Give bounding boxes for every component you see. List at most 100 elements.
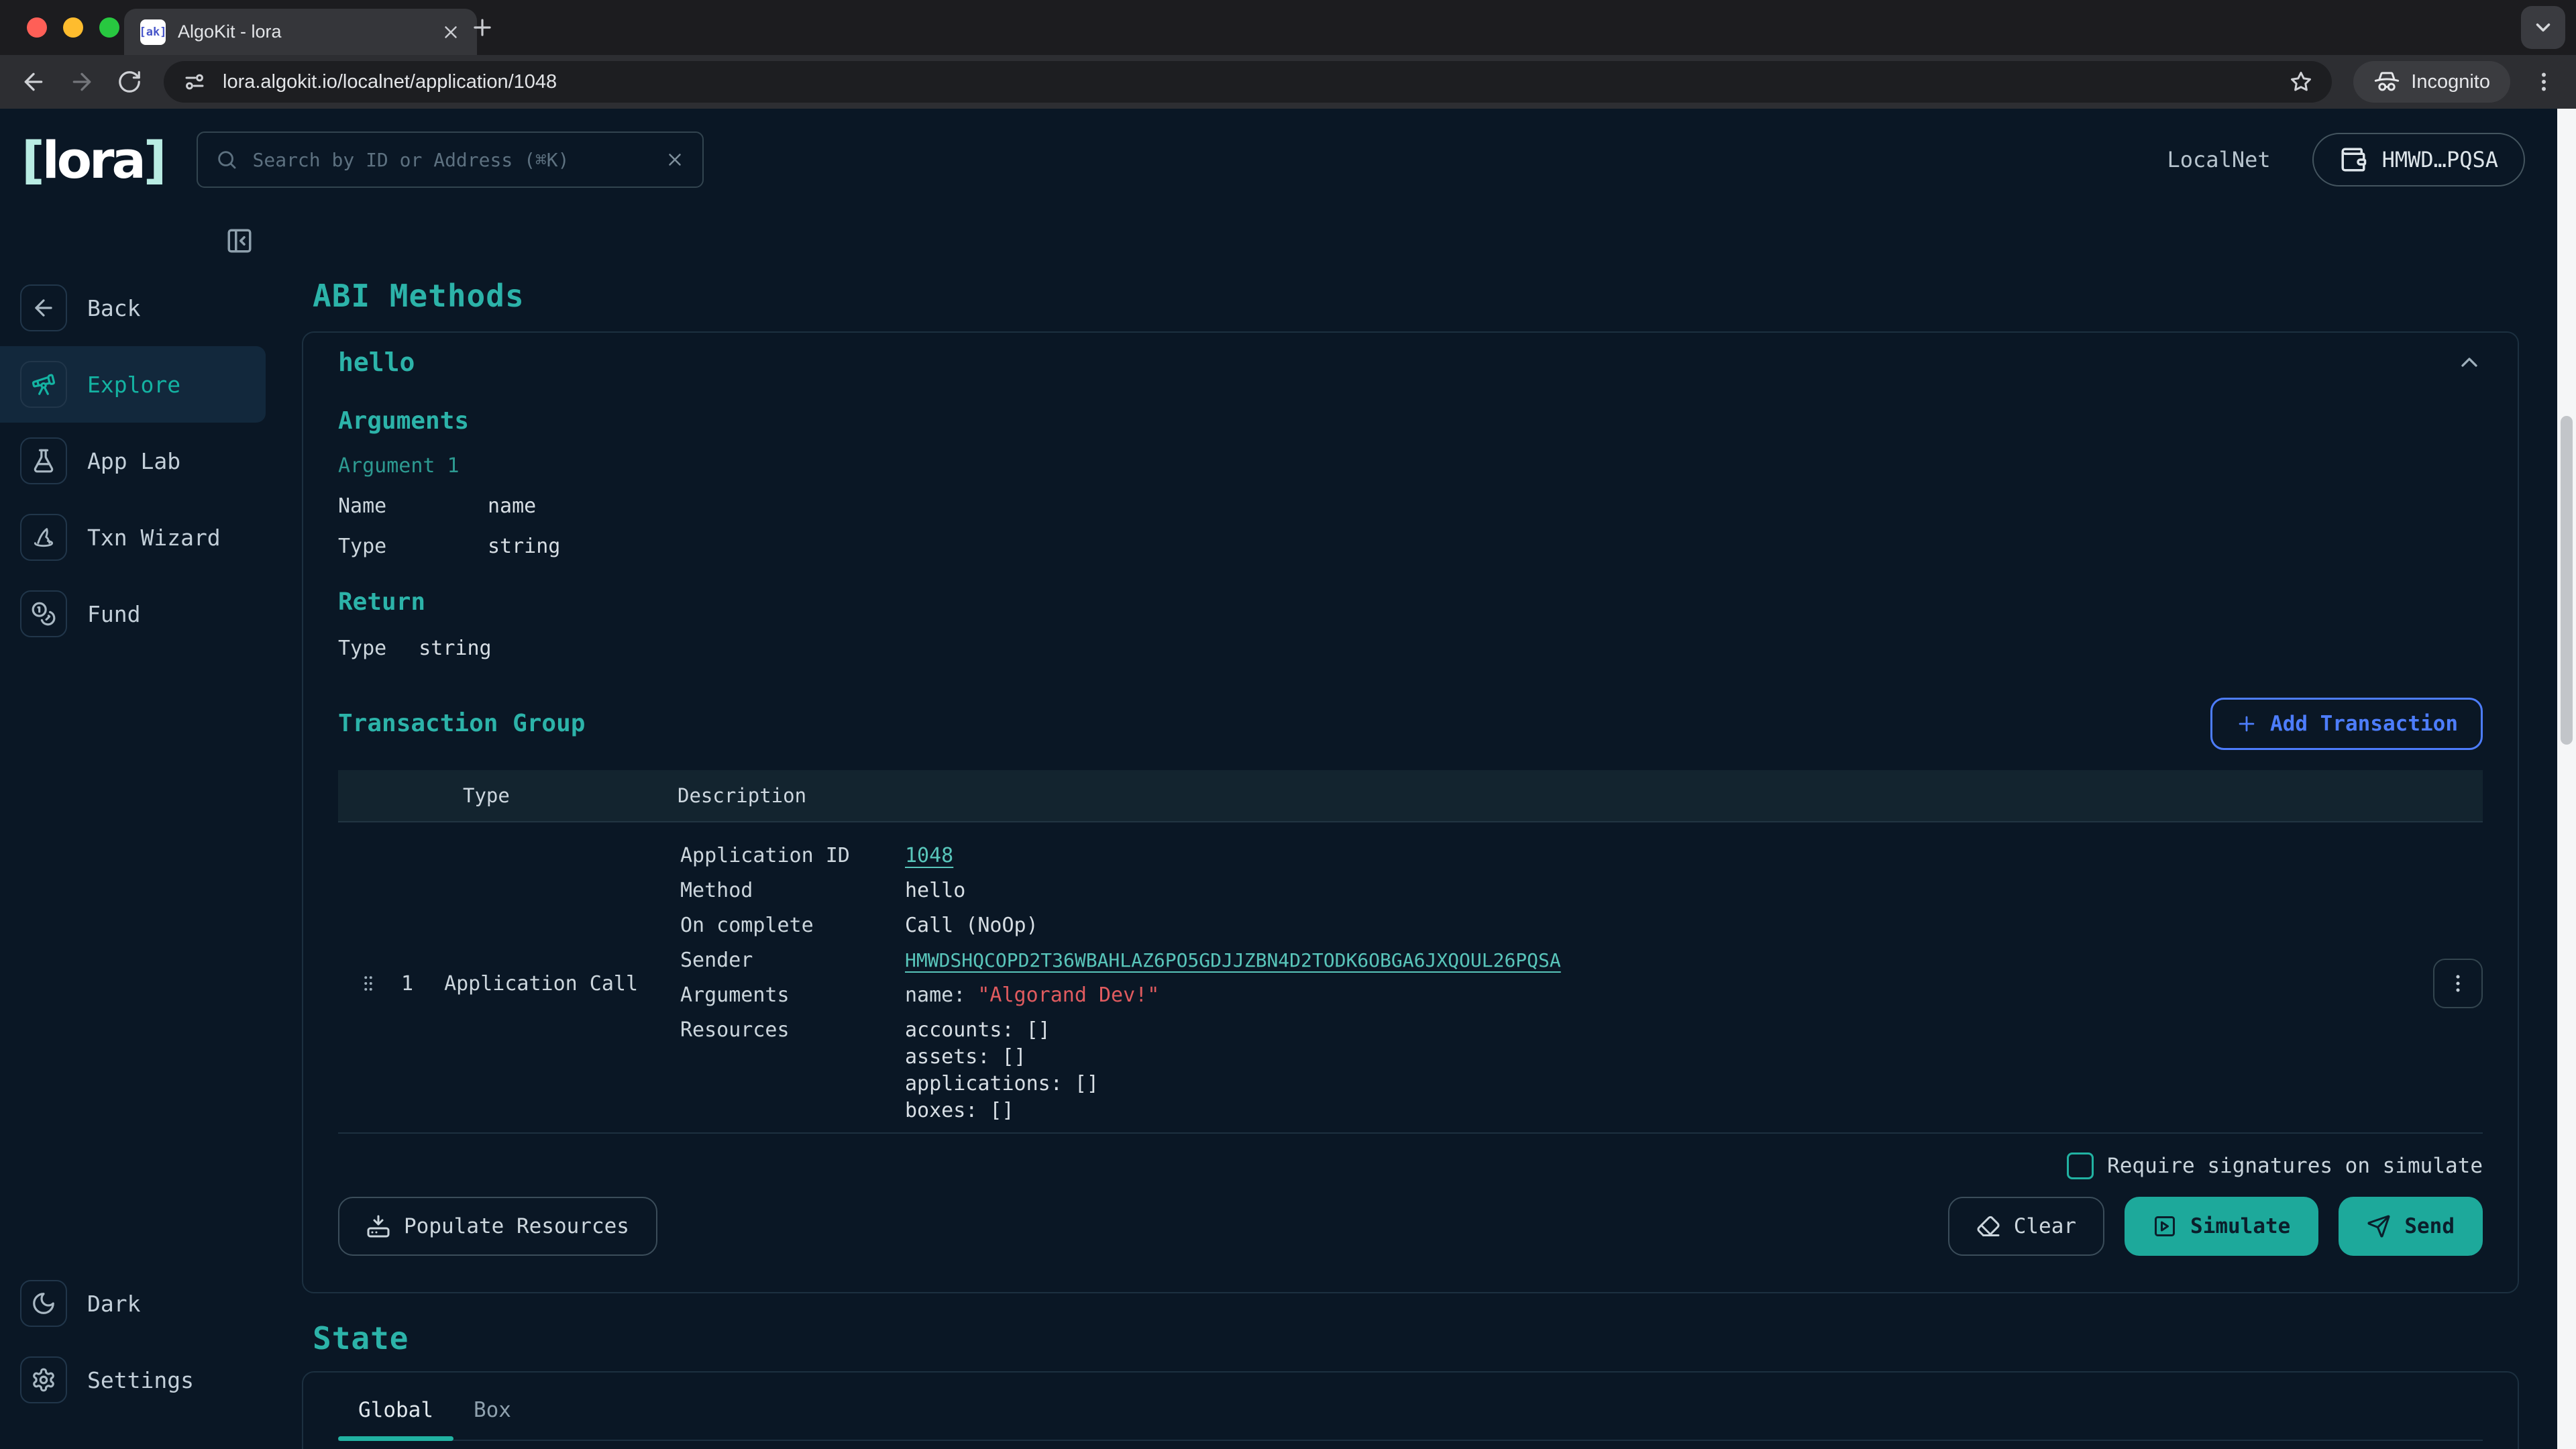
sidebar-footer: Dark Settings — [0, 1265, 266, 1418]
sidebar-nav: Back Explore App Lab — [0, 270, 266, 652]
network-label[interactable]: LocalNet — [2167, 147, 2270, 172]
bookmark-star-icon[interactable] — [2289, 70, 2313, 94]
require-signatures-row: Require signatures on simulate — [338, 1152, 2483, 1179]
field-method: Method hello — [680, 879, 2418, 902]
add-transaction-button[interactable]: Add Transaction — [2210, 698, 2483, 750]
sidebar-item-theme-dark[interactable]: Dark — [0, 1265, 266, 1342]
lora-logo[interactable]: [lora] — [21, 130, 164, 190]
column-type: Type — [463, 784, 678, 807]
tab-title: AlgoKit - lora — [178, 21, 429, 42]
sidebar-item-explore[interactable]: Explore — [0, 346, 266, 423]
send-button[interactable]: Send — [2339, 1197, 2483, 1256]
search-input[interactable] — [252, 148, 651, 172]
browser-tab-strip: [ak] AlgoKit - lora — [0, 0, 2576, 55]
argument-key: name: — [905, 983, 965, 1007]
field-resources: Resources accounts: [] assets: [] applic… — [680, 1019, 2418, 1122]
incognito-icon — [2373, 68, 2400, 95]
header-right: LocalNet HMWD…PQSA — [2167, 133, 2536, 186]
return-title: Return — [338, 589, 2483, 616]
transaction-group-title: Transaction Group — [338, 710, 585, 737]
tab-close-icon[interactable] — [441, 22, 461, 42]
populate-resources-button[interactable]: Populate Resources — [338, 1197, 657, 1256]
chevron-up-icon[interactable] — [2456, 349, 2483, 376]
browser-back-icon[interactable] — [20, 68, 47, 95]
telescope-icon — [20, 361, 67, 408]
transaction-row[interactable]: 1 Application Call Application ID 1048 M… — [338, 822, 2483, 1134]
resources-values: accounts: [] assets: [] applications: []… — [905, 1019, 1099, 1122]
moon-icon — [20, 1280, 67, 1327]
transaction-actions: Populate Resources Clear — [338, 1197, 2483, 1256]
argument-value: "Algorand Dev!" — [977, 983, 1159, 1007]
download-tray-icon — [366, 1214, 390, 1238]
scrollbar-thumb[interactable] — [2561, 416, 2573, 745]
tab-favicon: [ak] — [140, 19, 166, 45]
tab-box[interactable]: Box — [453, 1398, 531, 1440]
browser-reload-icon[interactable] — [117, 69, 142, 95]
url-text[interactable]: lora.algokit.io/localnet/application/104… — [223, 71, 2273, 93]
field-arguments: Arguments name: "Algorand Dev!" — [680, 984, 2418, 1007]
field-application-id: Application ID 1048 — [680, 845, 2418, 867]
application-id-link[interactable]: 1048 — [905, 845, 953, 867]
search-clear-icon[interactable] — [665, 150, 685, 170]
zoom-window-button[interactable] — [99, 17, 119, 38]
browser-menu-icon[interactable] — [2532, 70, 2556, 94]
close-window-button[interactable] — [27, 17, 47, 38]
sidebar-item-fund[interactable]: Fund — [0, 576, 266, 652]
argument-name-row: Name name — [338, 495, 2483, 518]
browser-window: [ak] AlgoKit - lora lora.algokit.io/loca — [0, 0, 2576, 1449]
sidebar-item-settings[interactable]: Settings — [0, 1342, 266, 1418]
sidebar-item-app-lab[interactable]: App Lab — [0, 423, 266, 499]
app-header: [lora] LocalNet HMWD…PQSA — [0, 109, 2557, 211]
footer-right-actions: Clear Simulate Send — [1948, 1197, 2483, 1256]
search-icon — [215, 148, 238, 171]
site-settings-icon[interactable] — [182, 70, 207, 94]
transaction-type: Application Call — [444, 972, 638, 996]
column-description: Description — [678, 784, 806, 807]
incognito-badge: Incognito — [2353, 61, 2510, 103]
wizard-hat-icon — [20, 514, 67, 561]
wallet-address-short: HMWD…PQSA — [2382, 147, 2498, 172]
page-scrollbar[interactable] — [2557, 109, 2576, 1449]
browser-tab[interactable]: [ak] AlgoKit - lora — [124, 9, 477, 55]
arguments-title: Arguments — [338, 408, 2483, 435]
abi-methods-title: ABI Methods — [313, 278, 2519, 314]
transaction-row-left: 1 Application Call — [338, 972, 680, 996]
eraser-icon — [1976, 1214, 2000, 1238]
drag-handle-icon[interactable] — [358, 973, 378, 994]
url-bar[interactable]: lora.algokit.io/localnet/application/104… — [164, 61, 2332, 103]
lora-app: [lora] LocalNet HMWD…PQSA — [0, 109, 2557, 1449]
require-signatures-checkbox[interactable] — [2067, 1152, 2094, 1179]
wallet-icon — [2339, 146, 2367, 174]
browser-forward-icon[interactable] — [68, 68, 95, 95]
clear-button[interactable]: Clear — [1948, 1197, 2104, 1256]
return-type-row: Type string — [338, 637, 2483, 660]
window-controls — [27, 17, 119, 38]
tab-global[interactable]: Global — [338, 1398, 453, 1440]
state-card: Global Box — [302, 1371, 2519, 1449]
transaction-table: Type Description 1 Application Call — [338, 770, 2483, 1134]
main-content: ABI Methods hello Arguments Argument 1 N… — [266, 211, 2557, 1449]
minimize-window-button[interactable] — [63, 17, 83, 38]
new-tab-button[interactable] — [470, 15, 495, 40]
transaction-description: Application ID 1048 Method hello On comp… — [680, 845, 2418, 1122]
sidebar-item-back[interactable]: Back — [0, 270, 266, 346]
simulate-button[interactable]: Simulate — [2125, 1197, 2318, 1256]
state-tabs: Global Box — [338, 1398, 2483, 1441]
transaction-index: 1 — [401, 972, 413, 996]
state-title: State — [313, 1320, 2519, 1356]
send-icon — [2367, 1214, 2391, 1238]
abi-method-card: hello Arguments Argument 1 Name name Typ… — [302, 331, 2519, 1293]
gear-icon — [20, 1356, 67, 1403]
connected-wallet-button[interactable]: HMWD…PQSA — [2312, 133, 2525, 186]
sidebar-item-txn-wizard[interactable]: Txn Wizard — [0, 499, 266, 576]
coins-icon — [20, 590, 67, 637]
method-header[interactable]: hello — [338, 347, 2483, 377]
incognito-label: Incognito — [2411, 71, 2490, 93]
global-search[interactable] — [197, 131, 704, 188]
transaction-row-menu-button[interactable] — [2433, 959, 2483, 1008]
sidebar-collapse-icon[interactable] — [225, 227, 254, 255]
square-play-icon — [2153, 1214, 2177, 1238]
tab-search-chevron-button[interactable] — [2521, 6, 2565, 49]
sender-address-link[interactable]: HMWDSHQCOPD2T36WBAHLAZ6PO5GDJJZBN4D2TODK… — [905, 949, 1561, 972]
transaction-table-header: Type Description — [338, 770, 2483, 822]
